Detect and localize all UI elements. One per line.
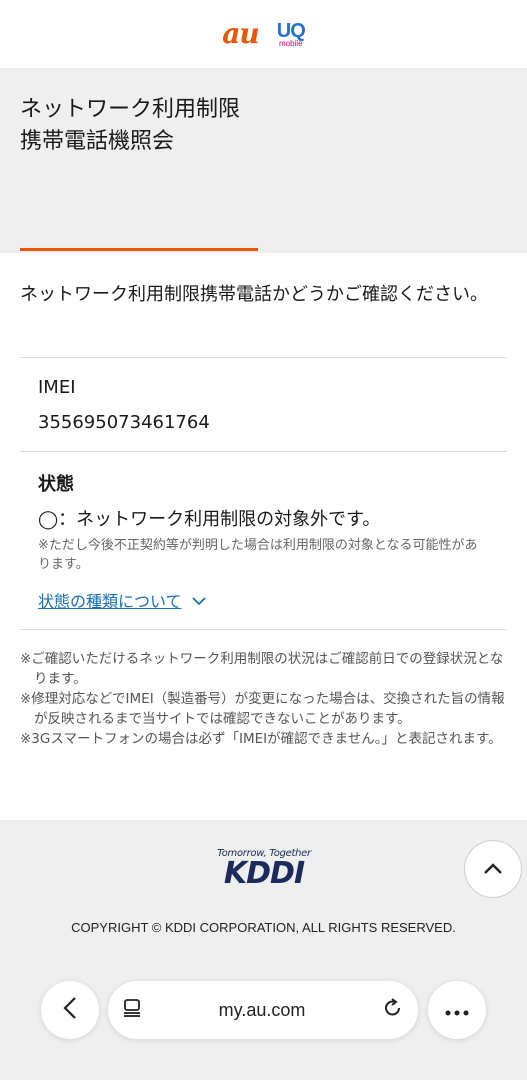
tabs-icon[interactable] bbox=[122, 998, 142, 1022]
url-text: my.au.com bbox=[218, 999, 306, 1020]
page-title: ネットワーク利用制限 携帯電話機照会 bbox=[20, 94, 240, 158]
status-types-link-label: 状態の種類について bbox=[38, 592, 182, 611]
site-footer: Tomorrow, Together KDDI COPYRIGHT © KDDI… bbox=[0, 820, 527, 1080]
scroll-top-icon bbox=[483, 860, 503, 879]
address-bar[interactable]: my.au.com bbox=[108, 981, 418, 1039]
more-icon bbox=[445, 1001, 469, 1020]
footnotes: ※ご確認いただけるネットワーク利用制限の状況はご確認前日での登録状況となります。… bbox=[20, 649, 512, 749]
status-text: ◯：ネットワーク利用制限の対象外です。 bbox=[38, 509, 381, 530]
reload-icon[interactable] bbox=[382, 997, 404, 1023]
title-accent-underline bbox=[20, 248, 258, 251]
divider bbox=[20, 451, 507, 452]
au-logo[interactable]: au bbox=[222, 20, 259, 48]
uq-logo-text: UQ bbox=[276, 19, 306, 42]
scroll-to-top-button[interactable] bbox=[464, 840, 522, 898]
uq-mobile-logo[interactable]: UQ mobile bbox=[276, 19, 306, 48]
footnote-item: ※3Gスマートフォンの場合は必ず「IMEIが確認できません。」と表記されます。 bbox=[20, 731, 502, 747]
page-title-line1: ネットワーク利用制限 bbox=[20, 97, 241, 122]
footnote-item: ※ご確認いただけるネットワーク利用制限の状況はご確認前日での登録状況となります。 bbox=[20, 651, 504, 687]
more-menu-button[interactable] bbox=[428, 981, 486, 1039]
browser-back-button[interactable] bbox=[41, 981, 99, 1039]
divider bbox=[20, 357, 507, 358]
status-label: 状態 bbox=[38, 474, 74, 495]
status-types-link[interactable]: 状態の種類について bbox=[38, 588, 206, 612]
imei-value: 355695073461764 bbox=[38, 412, 210, 433]
imei-label: IMEI bbox=[38, 377, 76, 398]
main-content: ネットワーク利用制限携帯電話かどうかご確認ください。 IMEI 35569507… bbox=[0, 253, 527, 888]
question-text: ネットワーク利用制限携帯電話かどうかご確認ください。 bbox=[20, 284, 488, 305]
copyright-text: COPYRIGHT © KDDI CORPORATION, ALL RIGHTS… bbox=[71, 920, 456, 935]
divider bbox=[20, 629, 507, 630]
chevron-down-icon bbox=[191, 591, 206, 610]
footnote-item: ※修理対応などでIMEI（製造番号）が変更になった場合は、交換された旨の情報が反… bbox=[20, 691, 505, 727]
uq-logo-subtext: mobile bbox=[278, 38, 303, 48]
page-title-bar: ネットワーク利用制限 携帯電話機照会 bbox=[0, 68, 527, 253]
status-note: ※ただし今後不正契約等が判明した場合は利用制限の対象となる可能性があります。 bbox=[38, 538, 478, 572]
kddi-logo: Tomorrow, Together KDDI bbox=[212, 848, 316, 889]
kddi-logo-text: KDDI bbox=[223, 856, 305, 891]
site-header: au UQ mobile bbox=[0, 0, 527, 68]
browser-toolbar: my.au.com bbox=[0, 980, 527, 1040]
back-chevron-icon bbox=[63, 996, 77, 1024]
page-title-line2: 携帯電話機照会 bbox=[20, 129, 175, 154]
